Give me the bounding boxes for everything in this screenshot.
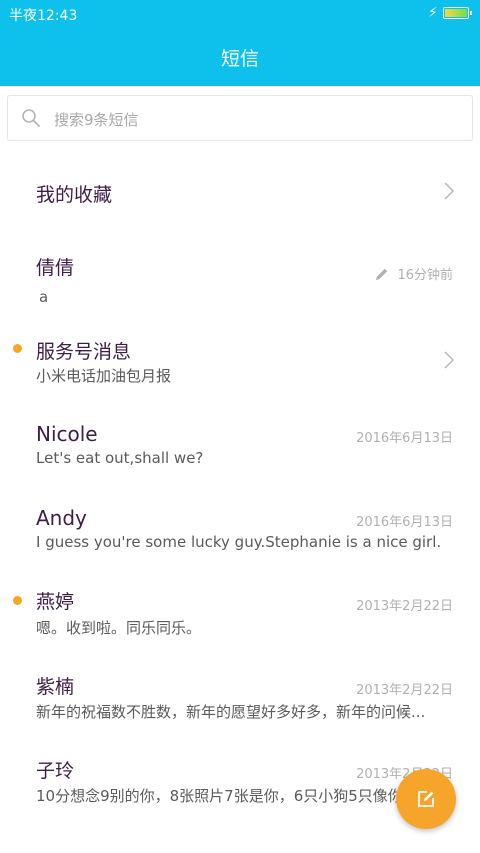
conversation-item[interactable]: 倩倩 16分钟前 a — [0, 250, 480, 334]
conversation-item[interactable]: 紫楠 2013年2月22日 新年的祝福数不胜数，新年的愿望好多好多，新年的问候.… — [0, 671, 480, 755]
chevron-right-icon — [444, 182, 455, 200]
battery-icon — [443, 7, 472, 19]
search-icon — [22, 109, 40, 127]
search-input[interactable]: 搜索9条短信 — [7, 95, 473, 141]
search-placeholder: 搜索9条短信 — [54, 111, 139, 129]
conversation-item[interactable]: Andy 2016年6月13日 I guess you're some luck… — [0, 503, 480, 587]
conversation-item[interactable]: 燕婷 2013年2月22日 嗯。收到啦。同乐同乐。 — [0, 587, 480, 671]
conversation-time: 2013年2月22日 — [356, 599, 453, 614]
conversation-name: 子玲 — [36, 760, 75, 782]
conversation-name: 紫楠 — [36, 676, 75, 698]
conversation-name: 燕婷 — [36, 591, 75, 613]
status-bar: 半夜12:43 ⚡ — [0, 0, 480, 28]
conversation-item[interactable]: 服务号消息 小米电话加油包月报 — [0, 334, 480, 418]
conversation-preview: 10分想念9别的你，8张照片7张是你，6只小狗5只像你 — [36, 787, 403, 805]
conversation-preview: Let's eat out,shall we? — [36, 449, 204, 467]
pencil-icon — [376, 268, 388, 280]
conversation-name: 服务号消息 — [36, 341, 132, 363]
conversation-preview: 小米电话加油包月报 — [36, 367, 172, 385]
conversation-name: Nicole — [36, 422, 98, 446]
conversation-preview: 嗯。收到啦。同乐同乐。 — [36, 619, 202, 637]
compose-button[interactable] — [396, 769, 456, 829]
status-time: 半夜12:43 — [9, 8, 78, 24]
conversation-time: 16分钟前 — [397, 268, 453, 283]
conversation-time: 2016年6月13日 — [356, 431, 453, 446]
compose-icon — [418, 791, 434, 807]
favorites-label: 我的收藏 — [36, 184, 113, 206]
conversation-item[interactable]: Nicole 2016年6月13日 Let's eat out,shall we… — [0, 419, 480, 503]
battery-level-fill — [445, 9, 467, 17]
conversation-preview: I guess you're some lucky guy.Stephanie … — [36, 533, 442, 551]
conversation-time: 2016年6月13日 — [356, 515, 453, 530]
conversation-time: 2013年2月22日 — [356, 683, 453, 698]
conversation-preview: 新年的祝福数不胜数，新年的愿望好多好多，新年的问候... — [36, 703, 426, 721]
favorites-item[interactable]: 我的收藏 — [0, 150, 480, 234]
draft-indicator: 16分钟前 — [375, 264, 453, 283]
conversation-name: Andy — [36, 506, 87, 530]
conversation-preview: a — [39, 288, 49, 306]
conversation-name: 倩倩 — [36, 257, 75, 279]
page-title: 短信 — [220, 48, 259, 70]
unread-dot — [13, 344, 22, 353]
lightning-bolt-icon: ⚡ — [428, 5, 438, 21]
app-bar: 短信 — [0, 28, 480, 86]
unread-dot — [13, 596, 22, 605]
